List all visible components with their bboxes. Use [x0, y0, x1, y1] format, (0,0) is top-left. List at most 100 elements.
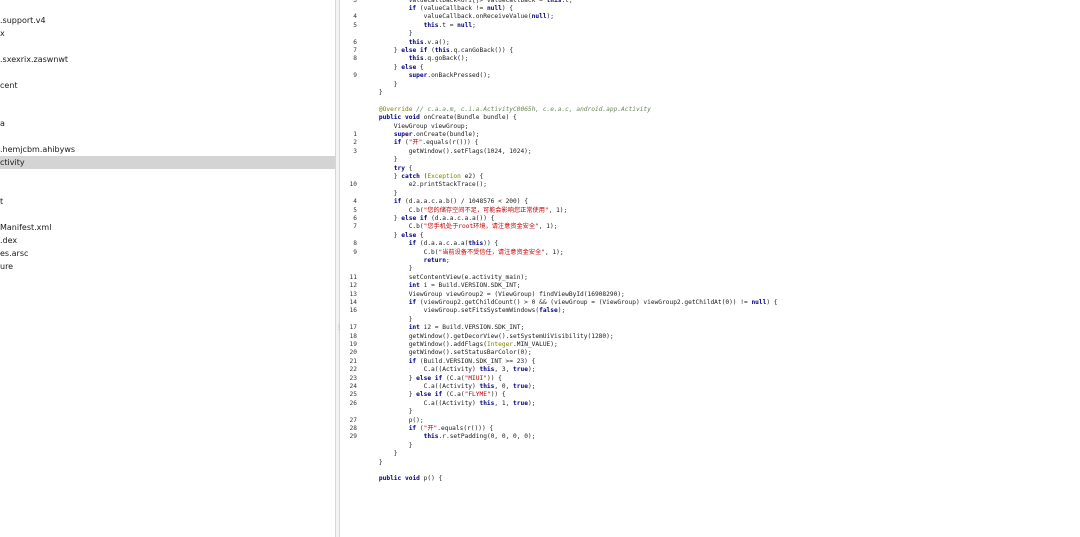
line-number: 5: [353, 21, 357, 29]
tree-item[interactable]: t: [0, 195, 335, 208]
code-line[interactable]: } else if (C.a("MIUI")) {: [364, 375, 502, 383]
line-number: 8: [353, 55, 357, 63]
code-line[interactable]: int i = Build.VERSION.SDK_INT;: [364, 282, 521, 290]
code-line[interactable]: valueCallback.onReceiveValue(null);: [364, 13, 554, 21]
code-line[interactable]: }: [364, 30, 413, 38]
code-line[interactable]: this.q.goBack();: [364, 55, 469, 63]
code-line[interactable]: } else {: [364, 232, 424, 240]
line-number: 18: [349, 332, 357, 340]
line-number: [340, 442, 357, 450]
code-line[interactable]: public void onCreate(Bundle bundle) {: [364, 114, 517, 122]
code-line[interactable]: e2.printStackTrace();: [364, 181, 487, 189]
tree-item[interactable]: a: [0, 117, 335, 130]
tree-item[interactable]: Manifest.xml: [0, 221, 335, 234]
tree-item[interactable]: .dex: [0, 234, 335, 247]
code-line[interactable]: super.onBackPressed();: [364, 72, 491, 80]
line-number: 7: [353, 46, 357, 54]
line-number: 26: [349, 399, 357, 407]
line-number: [340, 64, 357, 72]
code-line[interactable]: getWindow().setStatusBarColor(0);: [364, 349, 532, 357]
line-number: 21: [349, 357, 357, 365]
line-number: 20: [349, 349, 357, 357]
code-line[interactable]: if (viewGroup2.getChildCount() > 0 && (v…: [364, 299, 778, 307]
code-line[interactable]: try {: [364, 165, 413, 173]
code-line[interactable]: }: [364, 442, 413, 450]
code-line[interactable]: }: [364, 316, 413, 324]
code-line[interactable]: ViewGroup viewGroup;: [364, 123, 469, 131]
code-line[interactable]: if (d.a.a.c.a.a(this)) {: [364, 240, 498, 248]
tree-item[interactable]: .sxexrix.zaswnwt: [0, 53, 335, 66]
line-number: 19: [349, 340, 357, 348]
line-number: [340, 5, 357, 13]
line-number: [340, 232, 357, 240]
line-number: [340, 467, 357, 475]
line-number: [340, 173, 357, 181]
line-number: [340, 123, 357, 131]
code-line[interactable]: if (valueCallback != null) {: [364, 5, 513, 13]
line-number: 14: [349, 298, 357, 306]
code-line[interactable]: if ("开".equals(r())) {: [364, 139, 478, 147]
line-number: [340, 408, 357, 416]
code-line[interactable]: }: [364, 459, 383, 467]
code-line[interactable]: }: [364, 190, 398, 198]
code-line[interactable]: }: [364, 265, 413, 273]
line-number: 8: [353, 240, 357, 248]
line-number: [340, 114, 357, 122]
code-line[interactable]: C.b("您手机处于root环境，请注意资金安全", 1);: [364, 223, 558, 231]
code-line[interactable]: if (d.a.a.c.a.b() / 1048576 < 200) {: [364, 198, 528, 206]
code-line[interactable]: @Override // c.a.a.m, c.i.a.ActivityC006…: [364, 106, 651, 114]
code-line[interactable]: int i2 = Build.VERSION.SDK_INT;: [364, 324, 525, 332]
line-number: 9: [353, 72, 357, 80]
code-line[interactable]: C.b("您的储存空间不足，可能会影响您正常使用", 1);: [364, 207, 568, 215]
code-line[interactable]: } else {: [364, 64, 424, 72]
line-number: 23: [349, 374, 357, 382]
line-number: 6: [353, 38, 357, 46]
code-area[interactable]: ValueCallback<Uri[]> valueCallback = thi…: [364, 0, 1080, 537]
line-number: [340, 450, 357, 458]
code-line[interactable]: C.a((Activity) this, 1, true);: [364, 400, 536, 408]
code-line[interactable]: setContentView(e.activity_main);: [364, 274, 528, 282]
line-number: 4: [353, 13, 357, 21]
code-line[interactable]: } catch (Exception e2) {: [364, 173, 483, 181]
code-line[interactable]: }: [364, 408, 413, 416]
tree-item[interactable]: ctivity: [0, 156, 335, 169]
tree-item[interactable]: es.arsc: [0, 247, 335, 260]
line-number: [340, 459, 357, 467]
tree-item[interactable]: .support.v4: [0, 14, 335, 27]
splitter-grip-icon[interactable]: ⋮: [336, 325, 342, 331]
code-line[interactable]: ViewGroup viewGroup2 = (ViewGroup) findV…: [364, 291, 625, 299]
line-number: 6: [353, 214, 357, 222]
line-number: 7: [353, 223, 357, 231]
code-line[interactable]: viewGroup.setFitsSystemWindows(false);: [364, 307, 566, 315]
code-line[interactable]: getWindow().getDecorView().setSystemUiVi…: [364, 333, 614, 341]
line-number: 16: [349, 307, 357, 315]
code-line[interactable]: this.t = null;: [364, 22, 476, 30]
tree-item[interactable]: cent: [0, 79, 335, 92]
code-line[interactable]: if (Build.VERSION.SDK_INT >= 23) {: [364, 358, 536, 366]
code-line[interactable]: p();: [364, 417, 424, 425]
tree-item[interactable]: x: [0, 27, 335, 40]
code-line[interactable]: public void p() {: [364, 475, 442, 483]
tree-item[interactable]: .hemjcbm.ahibyws: [0, 143, 335, 156]
line-number: [340, 165, 357, 173]
code-line[interactable]: getWindow().addFlags(Integer.MIN_VALUE);: [364, 341, 558, 349]
code-line[interactable]: getWindow().setFlags(1024, 1024);: [364, 148, 532, 156]
line-number: 12: [349, 282, 357, 290]
code-line[interactable]: }: [364, 81, 398, 89]
code-line[interactable]: }: [364, 156, 398, 164]
code-line[interactable]: C.a((Activity) this, 3, true);: [364, 366, 536, 374]
line-number: 1: [353, 130, 357, 138]
code-line[interactable]: } else if (C.a("FLYME")) {: [364, 391, 506, 399]
code-line[interactable]: }: [364, 89, 383, 97]
code-line[interactable]: this.v.a();: [364, 39, 450, 47]
code-line[interactable]: return;: [364, 257, 450, 265]
line-number: [340, 156, 357, 164]
line-number: 17: [349, 324, 357, 332]
tree-item[interactable]: ure: [0, 260, 335, 273]
project-tree-panel: .support.v4 x .sxexrix.zaswnwt cent a .hemjcb…: [0, 0, 335, 537]
line-number: 29: [349, 433, 357, 441]
code-line[interactable]: }: [364, 450, 398, 458]
code-line[interactable]: C.b("当前设备不受信任，请注意资金安全", 1);: [364, 249, 564, 257]
code-editor[interactable]: 3 4 5 6 7 8 9 1 2 3 10 4 5 6 7 8 9 11 12 13 14 16 17 18 19 20 21 22…: [340, 0, 1080, 537]
code-line[interactable]: this.r.setPadding(0, 0, 0, 0);: [364, 433, 536, 441]
